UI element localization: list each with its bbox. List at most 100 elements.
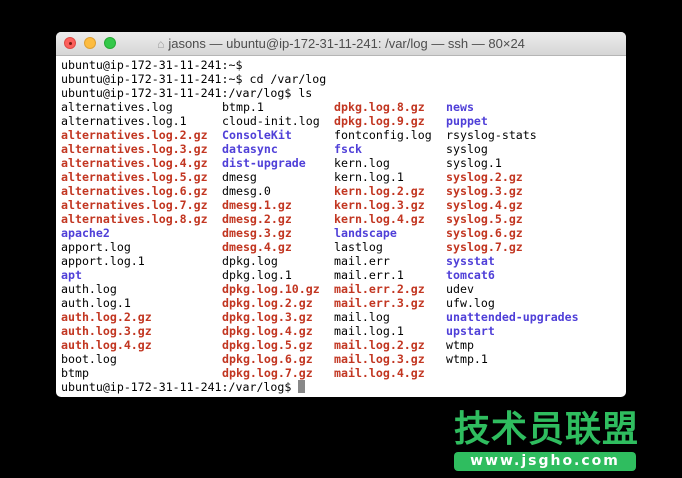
watermark: 技术员联盟 www.jsgho.com — [454, 410, 639, 471]
file-entry: syslog.2.gz — [446, 170, 523, 184]
file-entry: kern.log.1 — [334, 170, 404, 184]
prompt: ubuntu@ip-172-31-11-241:/var/log$ — [61, 380, 299, 394]
window-title-text: jasons — ubuntu@ip-172-31-11-241: /var/l… — [168, 36, 525, 51]
file-entry: dmesg.1.gz — [222, 198, 292, 212]
directory-entry: fsck — [334, 142, 362, 156]
directory-entry: dist-upgrade — [222, 156, 306, 170]
file-entry: alternatives.log.7.gz — [61, 198, 208, 212]
ls-row: apt dpkg.log.1 mail.err.1 tomcat6 — [61, 268, 621, 282]
terminal-line: ubuntu@ip-172-31-11-241:~$ — [61, 58, 243, 72]
ls-row: alternatives.log.8.gz dmesg.2.gz kern.log.… — [61, 212, 621, 226]
ls-row: alternatives.log.3.gz datasync fsck syslog — [61, 142, 621, 156]
file-entry: btmp — [61, 366, 89, 380]
title-bar[interactable]: ⌂ jasons — ubuntu@ip-172-31-11-241: /var/… — [56, 32, 626, 56]
file-entry: auth.log.4.gz — [61, 338, 152, 352]
directory-entry: ConsoleKit — [222, 128, 292, 142]
file-entry: syslog.6.gz — [446, 226, 523, 240]
home-icon: ⌂ — [157, 37, 165, 51]
file-entry: alternatives.log — [61, 100, 173, 114]
file-entry: mail.err.3.gz — [334, 296, 425, 310]
ls-row: alternatives.log.4.gz dist-upgrade kern.lo… — [61, 156, 621, 170]
file-entry: wtmp.1 — [446, 352, 488, 366]
file-entry: syslog.3.gz — [446, 184, 523, 198]
file-entry: dpkg.log.7.gz — [222, 366, 313, 380]
ls-row: auth.log.2.gz dpkg.log.3.gz mail.log unatte… — [61, 310, 621, 324]
terminal-line: ubuntu@ip-172-31-11-241:~$ cd /var/log — [61, 72, 327, 86]
file-entry: lastlog — [334, 240, 383, 254]
ls-row: apache2 dmesg.3.gz landscape syslog.6.gz — [61, 226, 621, 240]
ls-row: auth.log dpkg.log.10.gz mail.err.2.gz udev — [61, 282, 621, 296]
file-entry: udev — [446, 282, 474, 296]
ls-row: alternatives.log.5.gz dmesg kern.log.1 sysl… — [61, 170, 621, 184]
file-entry: btmp.1 — [222, 100, 264, 114]
ls-row: auth.log.3.gz dpkg.log.4.gz mail.log.1 upst… — [61, 324, 621, 338]
ls-row: auth.log.1 dpkg.log.2.gz mail.err.3.gz ufw.… — [61, 296, 621, 310]
file-entry: mail.log.1 — [334, 324, 404, 338]
prompt-line: ubuntu@ip-172-31-11-241:/var/log$ — [61, 380, 621, 394]
file-entry: dpkg.log.10.gz — [222, 282, 320, 296]
file-entry: alternatives.log.8.gz — [61, 212, 208, 226]
file-entry: wtmp — [446, 338, 474, 352]
file-entry: dmesg.0 — [222, 184, 271, 198]
directory-entry: unattended-upgrades — [446, 310, 579, 324]
ls-row: apport.log.1 dpkg.log mail.err sysstat — [61, 254, 621, 268]
ls-listing: alternatives.log btmp.1 dpkg.log.8.gz news a… — [61, 100, 621, 380]
terminal-window[interactable]: ⌂ jasons — ubuntu@ip-172-31-11-241: /var/… — [56, 32, 626, 397]
file-entry: dpkg.log.9.gz — [334, 114, 425, 128]
watermark-url: www.jsgho.com — [454, 452, 636, 471]
file-entry: ufw.log — [446, 296, 495, 310]
file-entry: dpkg.log.4.gz — [222, 324, 313, 338]
file-entry: alternatives.log.1 — [61, 114, 187, 128]
file-entry: syslog.1 — [446, 156, 502, 170]
directory-entry: apache2 — [61, 226, 110, 240]
file-entry: dmesg — [222, 170, 257, 184]
file-entry: syslog.5.gz — [446, 212, 523, 226]
ls-row: alternatives.log.6.gz dmesg.0 kern.log.2.g… — [61, 184, 621, 198]
file-entry: alternatives.log.2.gz — [61, 128, 208, 142]
ls-row: apport.log dmesg.4.gz lastlog syslog.7.gz — [61, 240, 621, 254]
ls-row: auth.log.4.gz dpkg.log.5.gz mail.log.2.gz w… — [61, 338, 621, 352]
file-entry: mail.log — [334, 310, 390, 324]
file-entry: kern.log — [334, 156, 390, 170]
file-entry: mail.log.2.gz — [334, 338, 425, 352]
file-entry: dmesg.2.gz — [222, 212, 292, 226]
file-entry: apport.log.1 — [61, 254, 145, 268]
file-entry: dpkg.log.3.gz — [222, 310, 313, 324]
file-entry: mail.err.1 — [334, 268, 404, 282]
file-entry: fontconfig.log — [334, 128, 432, 142]
ls-row: alternatives.log btmp.1 dpkg.log.8.gz news — [61, 100, 621, 114]
file-entry: kern.log.4.gz — [334, 212, 425, 226]
file-entry: dmesg.4.gz — [222, 240, 292, 254]
terminal-output[interactable]: ubuntu@ip-172-31-11-241:~$ ubuntu@ip-172-… — [61, 58, 621, 394]
ls-row: alternatives.log.2.gz ConsoleKit fontconfi… — [61, 128, 621, 142]
file-entry: kern.log.3.gz — [334, 198, 425, 212]
file-entry: kern.log.2.gz — [334, 184, 425, 198]
file-entry: syslog.7.gz — [446, 240, 523, 254]
file-entry: dmesg.3.gz — [222, 226, 292, 240]
file-entry: mail.log.4.gz — [334, 366, 425, 380]
file-entry: auth.log.1 — [61, 296, 131, 310]
cursor — [298, 380, 306, 393]
ls-row: boot.log dpkg.log.6.gz mail.log.3.gz wtmp.1 — [61, 352, 621, 366]
directory-entry: news — [446, 100, 474, 114]
file-entry: mail.err — [334, 254, 390, 268]
file-entry: dpkg.log.1 — [222, 268, 292, 282]
ls-row: alternatives.log.1 cloud-init.log dpkg.log… — [61, 114, 621, 128]
directory-entry: puppet — [446, 114, 488, 128]
file-entry: dpkg.log.5.gz — [222, 338, 313, 352]
file-entry: alternatives.log.5.gz — [61, 170, 208, 184]
file-entry: mail.err.2.gz — [334, 282, 425, 296]
directory-entry: sysstat — [446, 254, 495, 268]
file-entry: cloud-init.log — [222, 114, 320, 128]
file-entry: syslog — [446, 142, 488, 156]
file-entry: dpkg.log — [222, 254, 278, 268]
watermark-name: 技术员联盟 — [454, 409, 640, 450]
file-entry: boot.log — [61, 352, 117, 366]
file-entry: rsyslog-stats — [446, 128, 537, 142]
terminal-line: ubuntu@ip-172-31-11-241:/var/log$ ls — [61, 86, 313, 100]
file-entry: auth.log.3.gz — [61, 324, 152, 338]
file-entry: apport.log — [61, 240, 131, 254]
file-entry: syslog.4.gz — [446, 198, 523, 212]
file-entry: auth.log.2.gz — [61, 310, 152, 324]
directory-entry: tomcat6 — [446, 268, 495, 282]
